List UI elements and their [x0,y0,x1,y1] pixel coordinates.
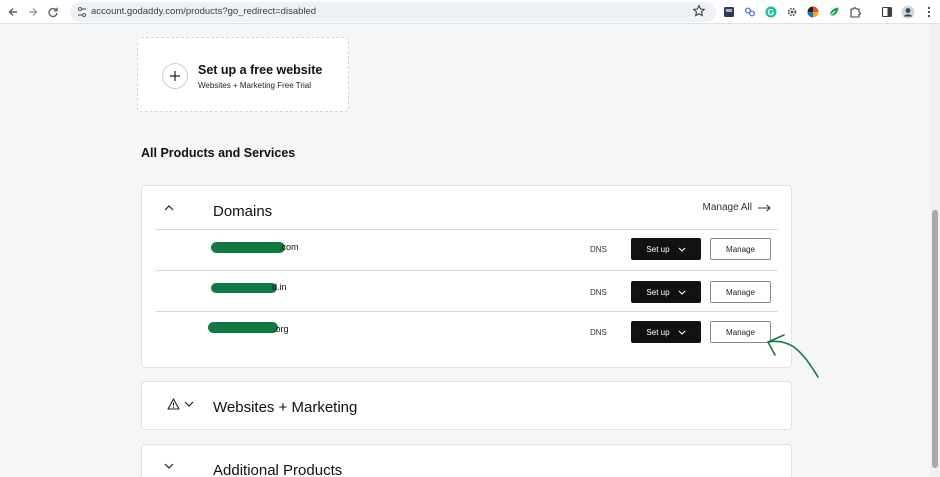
redacted-domain-mark [208,322,278,333]
domains-title: Domains [213,203,273,220]
scrollbar-thumb[interactable] [932,210,938,468]
extension-link-icon[interactable] [742,4,758,20]
reload-icon [48,7,58,18]
manage-all-link[interactable]: Manage All [703,202,771,213]
extension-colorful-icon[interactable] [805,4,821,20]
url-text: account.godaddy.com/products?go_redirect… [91,6,317,17]
side-panel-icon[interactable] [879,4,895,20]
tune-icon[interactable] [76,5,88,19]
dns-label: DNS [590,245,607,254]
forward-button[interactable] [24,3,42,21]
dns-label: DNS [590,328,607,337]
extension-dark-icon[interactable] [721,4,737,20]
redacted-domain-mark [211,283,277,293]
extension-gear-icon[interactable] [784,4,800,20]
domains-panel: Domains Manage All .com DNS Set up Manag… [141,185,792,368]
domain-name: .com [279,242,299,252]
extension-grammar-icon[interactable] [763,4,779,20]
arrow-right-icon [29,8,38,16]
setup-button[interactable]: Set up [631,321,701,343]
websites-marketing-panel: Websites + Marketing [141,381,792,430]
extension-leaf-icon[interactable] [826,4,842,20]
setup-button[interactable]: Set up [631,238,701,260]
browser-menu-icon[interactable] [921,4,937,20]
domain-row: d.in DNS Set up Manage [156,270,778,311]
expand-additional-button[interactable] [162,459,176,473]
manage-all-label: Manage All [702,202,752,213]
extensions-puzzle-icon[interactable] [847,4,863,20]
section-title: All Products and Services [141,146,296,160]
setup-button[interactable]: Set up [631,281,701,303]
free-website-card[interactable]: Set up a free website Websites + Marketi… [137,37,349,112]
domain-row: .org DNS Set up Manage [156,311,778,352]
chevron-down-icon [184,401,194,407]
back-button[interactable] [4,3,22,21]
additional-title: Additional Products [213,462,343,477]
chevron-down-icon [678,247,685,252]
domain-name: .org [273,324,289,334]
additional-products-panel: Additional Products [141,444,792,477]
setup-label: Set up [646,244,670,254]
page-scrollbar[interactable] [930,24,940,477]
free-website-subtitle: Websites + Marketing Free Trial [198,81,312,90]
chevron-up-icon [164,205,174,211]
arrow-right-icon [758,203,771,212]
address-bar[interactable]: account.godaddy.com/products?go_redirect… [70,2,716,22]
chevron-down-icon [164,463,174,469]
dns-label: DNS [590,288,607,297]
add-website-button[interactable] [162,63,188,89]
reload-button[interactable] [44,3,62,21]
warning-icon [166,398,180,410]
domain-row: .com DNS Set up Manage [156,229,778,270]
chevron-down-icon [678,290,685,295]
star-icon[interactable] [692,4,706,18]
chevron-down-icon [678,330,685,335]
websites-title: Websites + Marketing [213,399,358,416]
profile-avatar-icon[interactable] [900,4,916,20]
annotation-arrow-icon [767,334,819,378]
collapse-domains-button[interactable] [162,201,176,215]
manage-button[interactable]: Manage [710,238,771,260]
domain-name: d.in [272,282,287,292]
expand-websites-button[interactable] [182,397,196,411]
setup-label: Set up [646,327,670,337]
redacted-domain-mark [211,242,285,253]
plus-icon [170,71,180,81]
browser-toolbar: account.godaddy.com/products?go_redirect… [0,0,940,24]
manage-button[interactable]: Manage [710,281,771,303]
setup-label: Set up [646,287,670,297]
websites-warning [166,397,180,411]
arrow-left-icon [8,8,17,16]
free-website-title: Set up a free website [198,63,323,77]
